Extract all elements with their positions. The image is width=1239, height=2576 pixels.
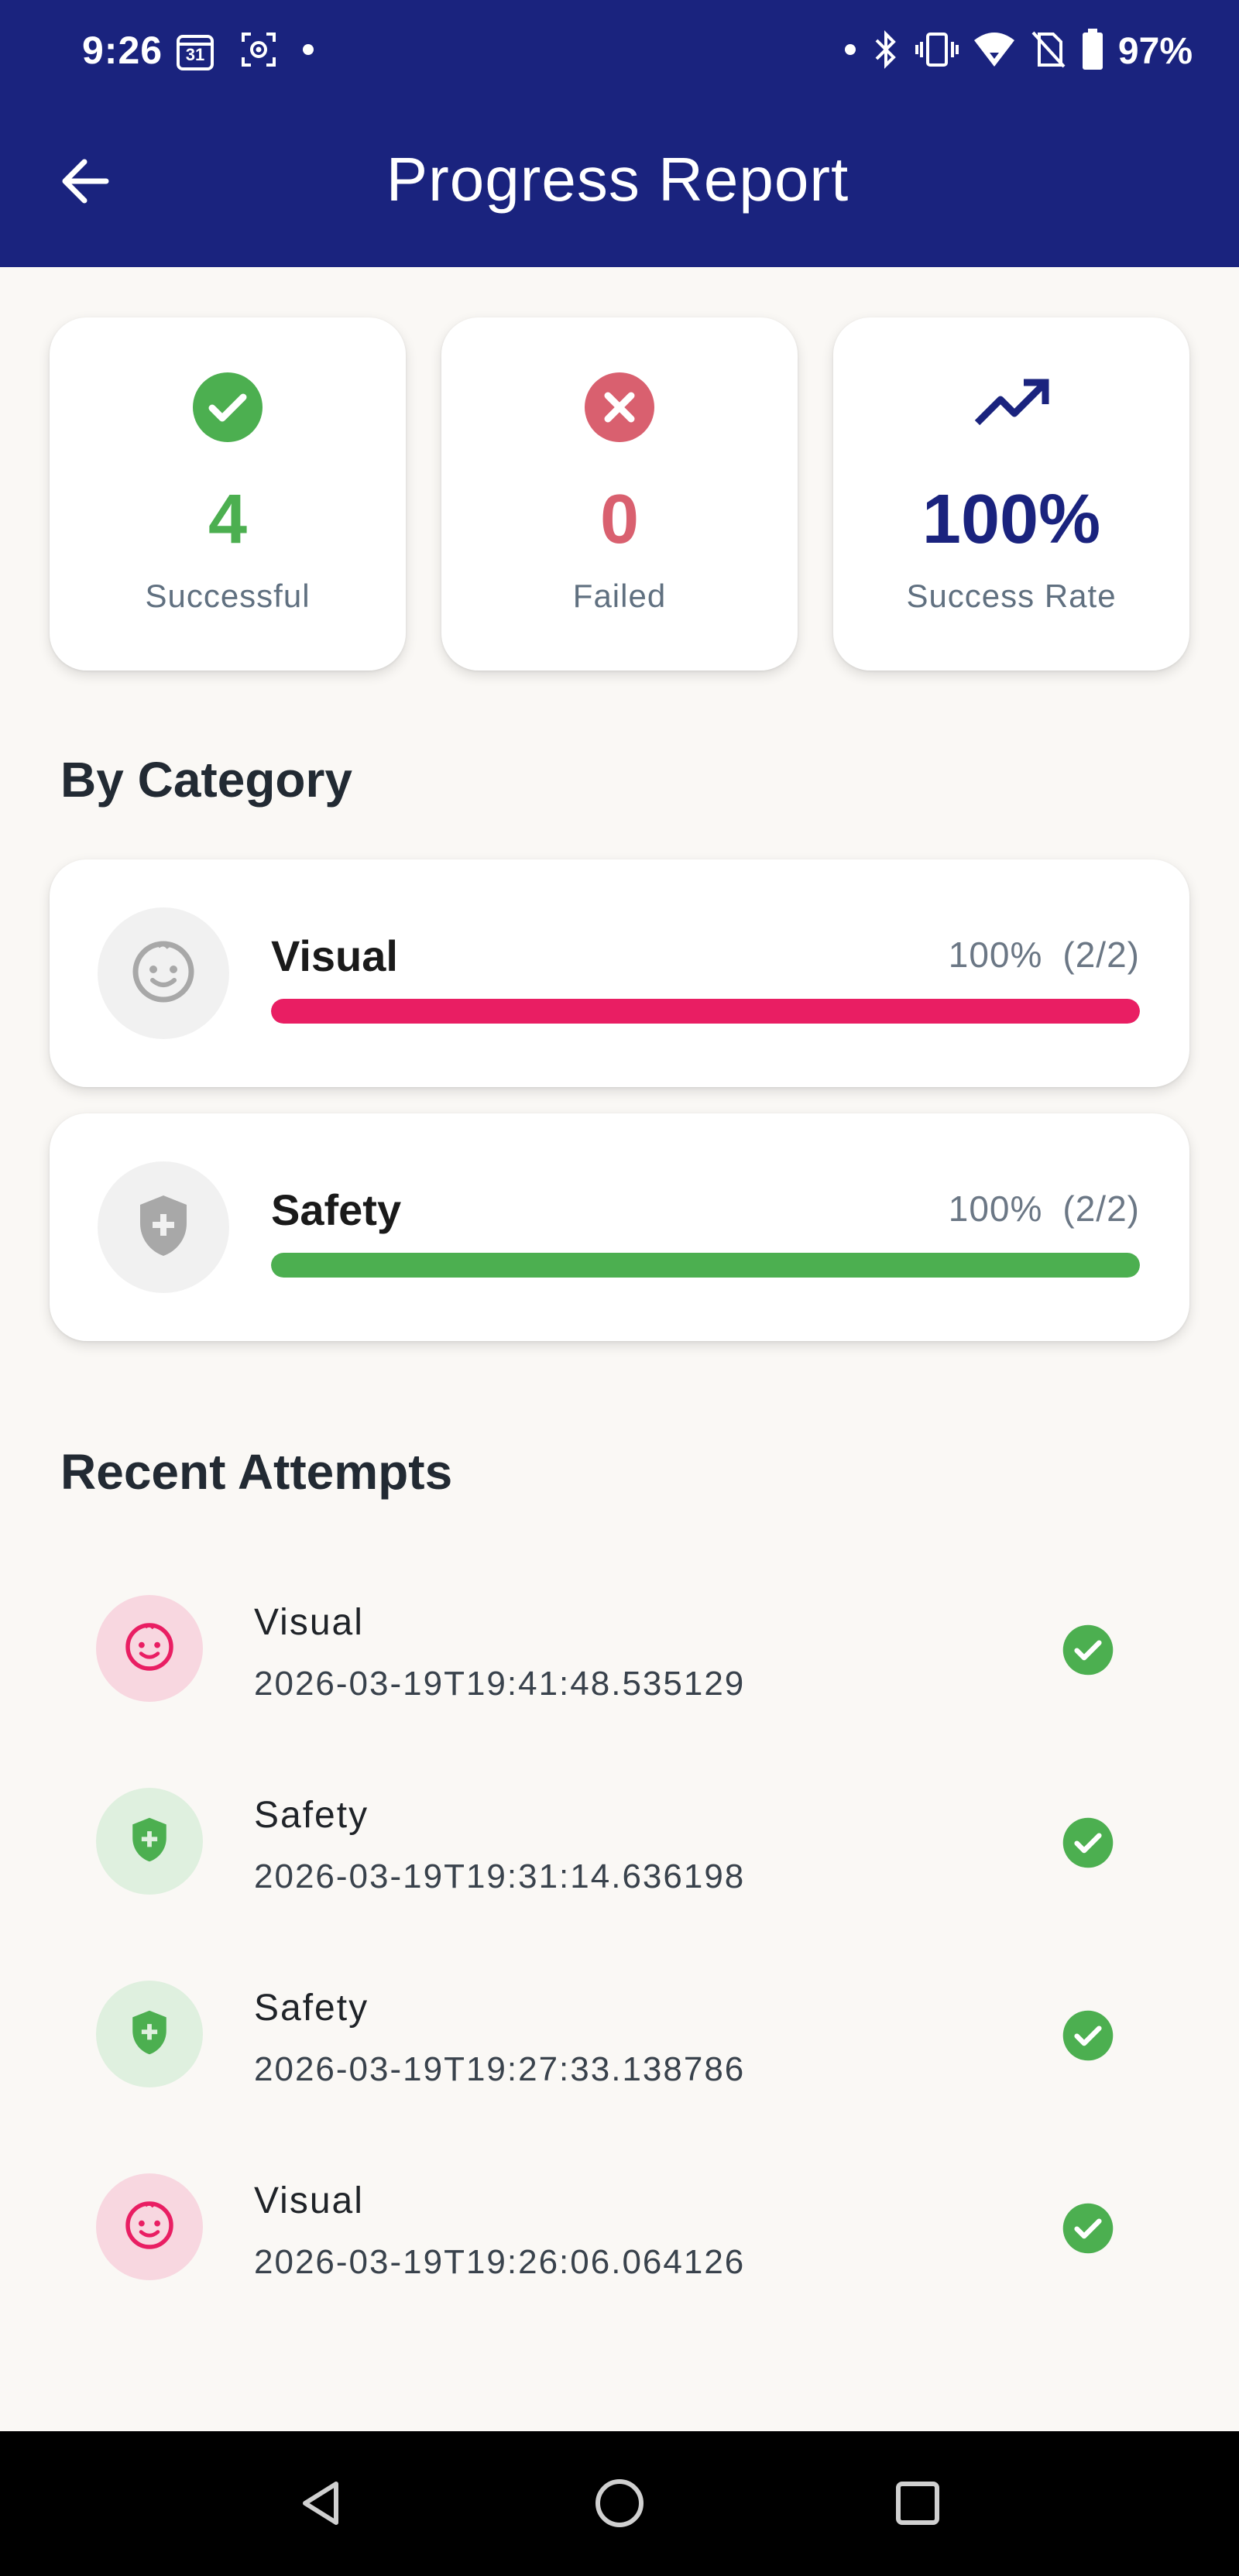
success-rate-stat-card: 100% Success Rate [833,317,1189,671]
attempt-avatar [96,1981,203,2087]
baby-face-icon [129,937,198,1010]
calendar-day: 31 [185,44,205,64]
check-circle-icon [1062,2203,1114,2254]
list-item[interactable]: Safety 2026-03-19T19:31:14.636198 [50,1766,1189,1913]
wifi-icon [973,29,1016,74]
page-title: Progress Report [386,145,849,214]
baby-face-icon [122,2198,177,2256]
category-stats: 100% (2/2) [928,934,1140,976]
category-progress-fill [271,999,1140,1024]
vibrate-icon [915,29,959,74]
shield-plus-icon [127,1814,172,1869]
triangle-back-icon [294,2476,348,2534]
trending-up-icon [973,372,1050,447]
baby-face-icon [122,1620,177,1678]
battery-percent: 97% [1117,31,1193,72]
nav-recents-button[interactable] [883,2470,952,2540]
attempt-timestamp: 2026-03-19T19:27:33.138786 [254,2050,746,2088]
attempt-avatar [96,2173,203,2280]
check-circle-icon [1062,1624,1114,1676]
check-circle-icon [1062,2010,1114,2061]
list-item[interactable]: Visual 2026-03-19T19:26:06.064126 [50,2152,1189,2299]
category-progress-bar [271,1253,1140,1278]
bluetooth-icon [870,28,901,75]
attempt-timestamp: 2026-03-19T19:26:06.064126 [254,2243,746,2281]
by-category-heading: By Category [60,752,352,808]
category-ratio: (2/2) [1062,935,1140,975]
successful-count: 4 [208,481,248,558]
category-name: Visual [271,931,398,980]
category-stats: 100% (2/2) [928,1188,1140,1230]
attempt-timestamp: 2026-03-19T19:41:48.535129 [254,1665,746,1703]
failed-count: 0 [599,481,640,558]
no-sim-icon [1030,29,1067,74]
list-item[interactable]: Safety 2026-03-19T19:27:33.138786 [50,1959,1189,2106]
successful-stat-card: 4 Successful [50,317,406,671]
category-card-safety[interactable]: Safety 100% (2/2) [50,1113,1189,1341]
category-percent: 100% [948,935,1043,975]
category-avatar [98,1161,229,1293]
attempt-avatar [96,1788,203,1895]
attempt-avatar [96,1595,203,1702]
category-card-visual[interactable]: Visual 100% (2/2) [50,859,1189,1087]
success-rate-value: 100% [922,481,1101,558]
category-name: Safety [271,1185,402,1234]
dot-icon [844,43,856,60]
category-ratio: (2/2) [1062,1189,1140,1229]
success-rate-label: Success Rate [906,578,1117,614]
attempt-category: Safety [254,1795,369,1836]
check-circle-icon [192,372,263,447]
category-avatar [98,907,229,1039]
dot-icon [302,43,314,60]
attempt-timestamp: 2026-03-19T19:31:14.636198 [254,1857,746,1895]
attempt-category: Safety [254,1988,369,2029]
successful-label: Successful [145,578,311,614]
check-circle-icon [1062,1817,1114,1868]
status-right-icons: 97% [844,28,1193,75]
category-percent: 100% [948,1189,1043,1229]
category-progress-bar [271,999,1140,1024]
attempt-category: Visual [254,2180,364,2221]
failed-label: Failed [572,578,667,614]
square-recents-icon [891,2476,945,2534]
status-left-icons: 31 [175,29,314,74]
failed-stat-card: 0 Failed [441,317,798,671]
attempt-category: Visual [254,1602,364,1643]
battery-icon [1081,29,1104,74]
shield-plus-icon [127,2007,172,2062]
circle-home-icon [592,2476,647,2534]
recent-attempts-heading: Recent Attempts [60,1444,453,1500]
screen-record-icon [239,29,279,74]
status-time: 9:26 [82,29,163,72]
list-item[interactable]: Visual 2026-03-19T19:41:48.535129 [50,1573,1189,1720]
shield-plus-icon [132,1191,194,1264]
system-nav-bar [0,2431,1239,2576]
app-header: 9:26 31 97% Progress Report [0,0,1239,267]
nav-back-button[interactable] [287,2470,356,2540]
calendar-icon: 31 [175,32,215,72]
category-progress-fill [271,1253,1140,1278]
x-circle-icon [584,372,655,447]
nav-home-button[interactable] [585,2470,654,2540]
